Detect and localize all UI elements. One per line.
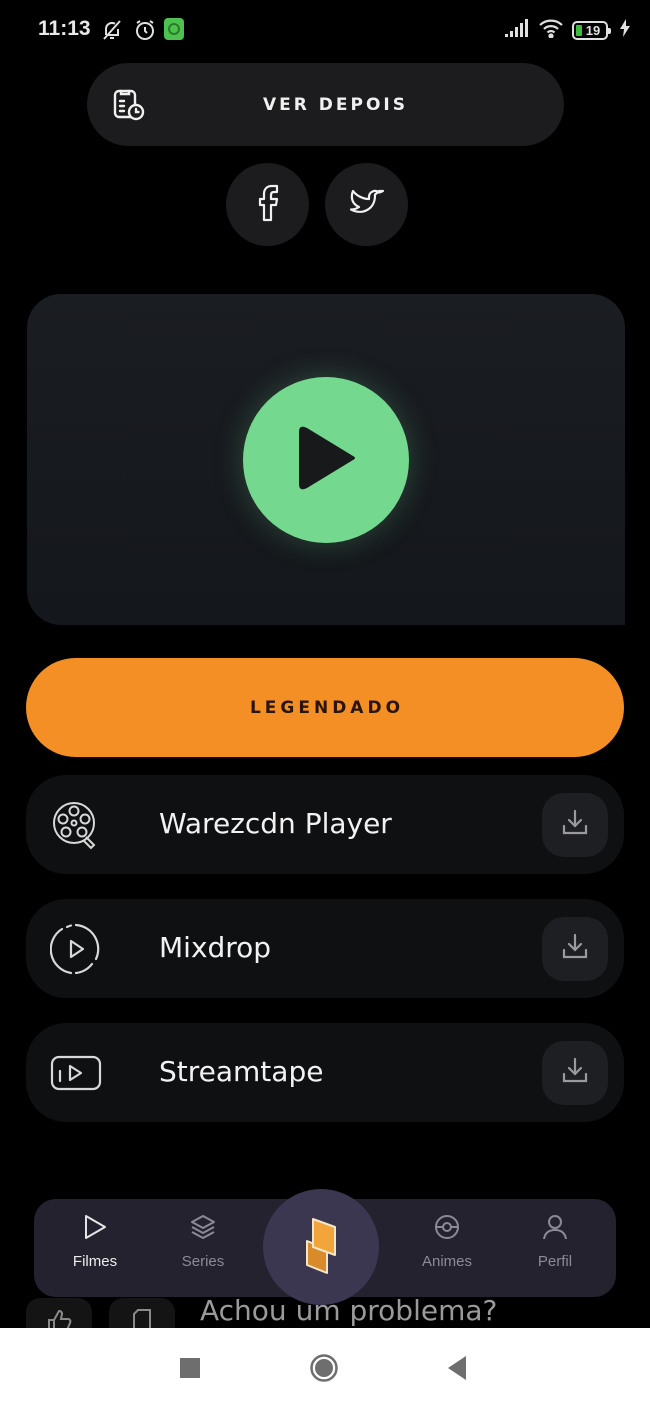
ver-depois-button[interactable]: VER DEPOIS: [87, 63, 564, 146]
video-player[interactable]: [27, 294, 625, 625]
server-item[interactable]: Streamtape: [26, 1023, 624, 1122]
download-button[interactable]: [542, 793, 608, 857]
play-circle-icon: [49, 923, 102, 975]
play-icon: [291, 420, 361, 500]
film-reel-icon: [50, 799, 102, 851]
server-label: Mixdrop: [159, 931, 272, 964]
nav-label: Series: [181, 1253, 225, 1270]
server-item[interactable]: Warezcdn Player: [26, 775, 624, 874]
android-nav-bar: [0, 1328, 650, 1407]
pokeball-icon: [433, 1213, 461, 1245]
server-label: Streamtape: [159, 1055, 324, 1088]
legendado-label: LEGENDADO: [249, 697, 405, 718]
nav-item-filmes[interactable]: Filmes: [55, 1213, 135, 1270]
status-time: 11:13: [38, 17, 91, 40]
problem-text[interactable]: Achou um problema?: [200, 1294, 497, 1327]
video-frame-icon: [50, 1047, 102, 1099]
status-bar: 11:13 19: [0, 0, 650, 60]
user-icon: [541, 1213, 569, 1245]
download-button[interactable]: [542, 917, 608, 981]
ver-depois-label: VER DEPOIS: [263, 94, 408, 115]
download-icon: [560, 932, 590, 966]
alarm-icon: [133, 18, 157, 46]
recents-button[interactable]: [180, 1358, 200, 1382]
battery-level: 19: [585, 22, 601, 38]
status-right: 19: [504, 18, 630, 42]
nav-item-animes[interactable]: Animes: [407, 1213, 487, 1270]
layers-icon: [189, 1213, 217, 1245]
back-button[interactable]: [448, 1356, 468, 1384]
app-notification-icon: [163, 17, 185, 45]
app-logo-icon: [301, 1215, 341, 1279]
wifi-icon: [538, 18, 564, 42]
twitter-button[interactable]: [325, 163, 408, 246]
notifications-off-icon: [100, 18, 124, 46]
facebook-icon: [255, 184, 281, 226]
server-label: Warezcdn Player: [159, 807, 392, 840]
nav-item-series[interactable]: Series: [163, 1213, 243, 1270]
server-item[interactable]: Mixdrop: [26, 899, 624, 998]
charging-icon: [620, 19, 630, 41]
download-button[interactable]: [542, 1041, 608, 1105]
nav-label: Perfil: [537, 1253, 573, 1270]
home-button[interactable]: [310, 1354, 338, 1386]
legendado-button[interactable]: LEGENDADO: [26, 658, 624, 757]
twitter-icon: [349, 187, 385, 223]
watch-later-clipboard-icon: [111, 87, 147, 127]
facebook-button[interactable]: [226, 163, 309, 246]
play-button[interactable]: [243, 377, 409, 543]
nav-item-home[interactable]: [263, 1189, 379, 1305]
nav-label: Animes: [421, 1253, 473, 1270]
download-icon: [560, 1056, 590, 1090]
nav-label: Filmes: [72, 1253, 118, 1270]
nav-item-perfil[interactable]: Perfil: [515, 1213, 595, 1270]
play-outline-icon: [81, 1213, 109, 1245]
download-icon: [560, 808, 590, 842]
battery-icon: 19: [572, 20, 611, 40]
cell-signal-icon: [504, 18, 530, 42]
